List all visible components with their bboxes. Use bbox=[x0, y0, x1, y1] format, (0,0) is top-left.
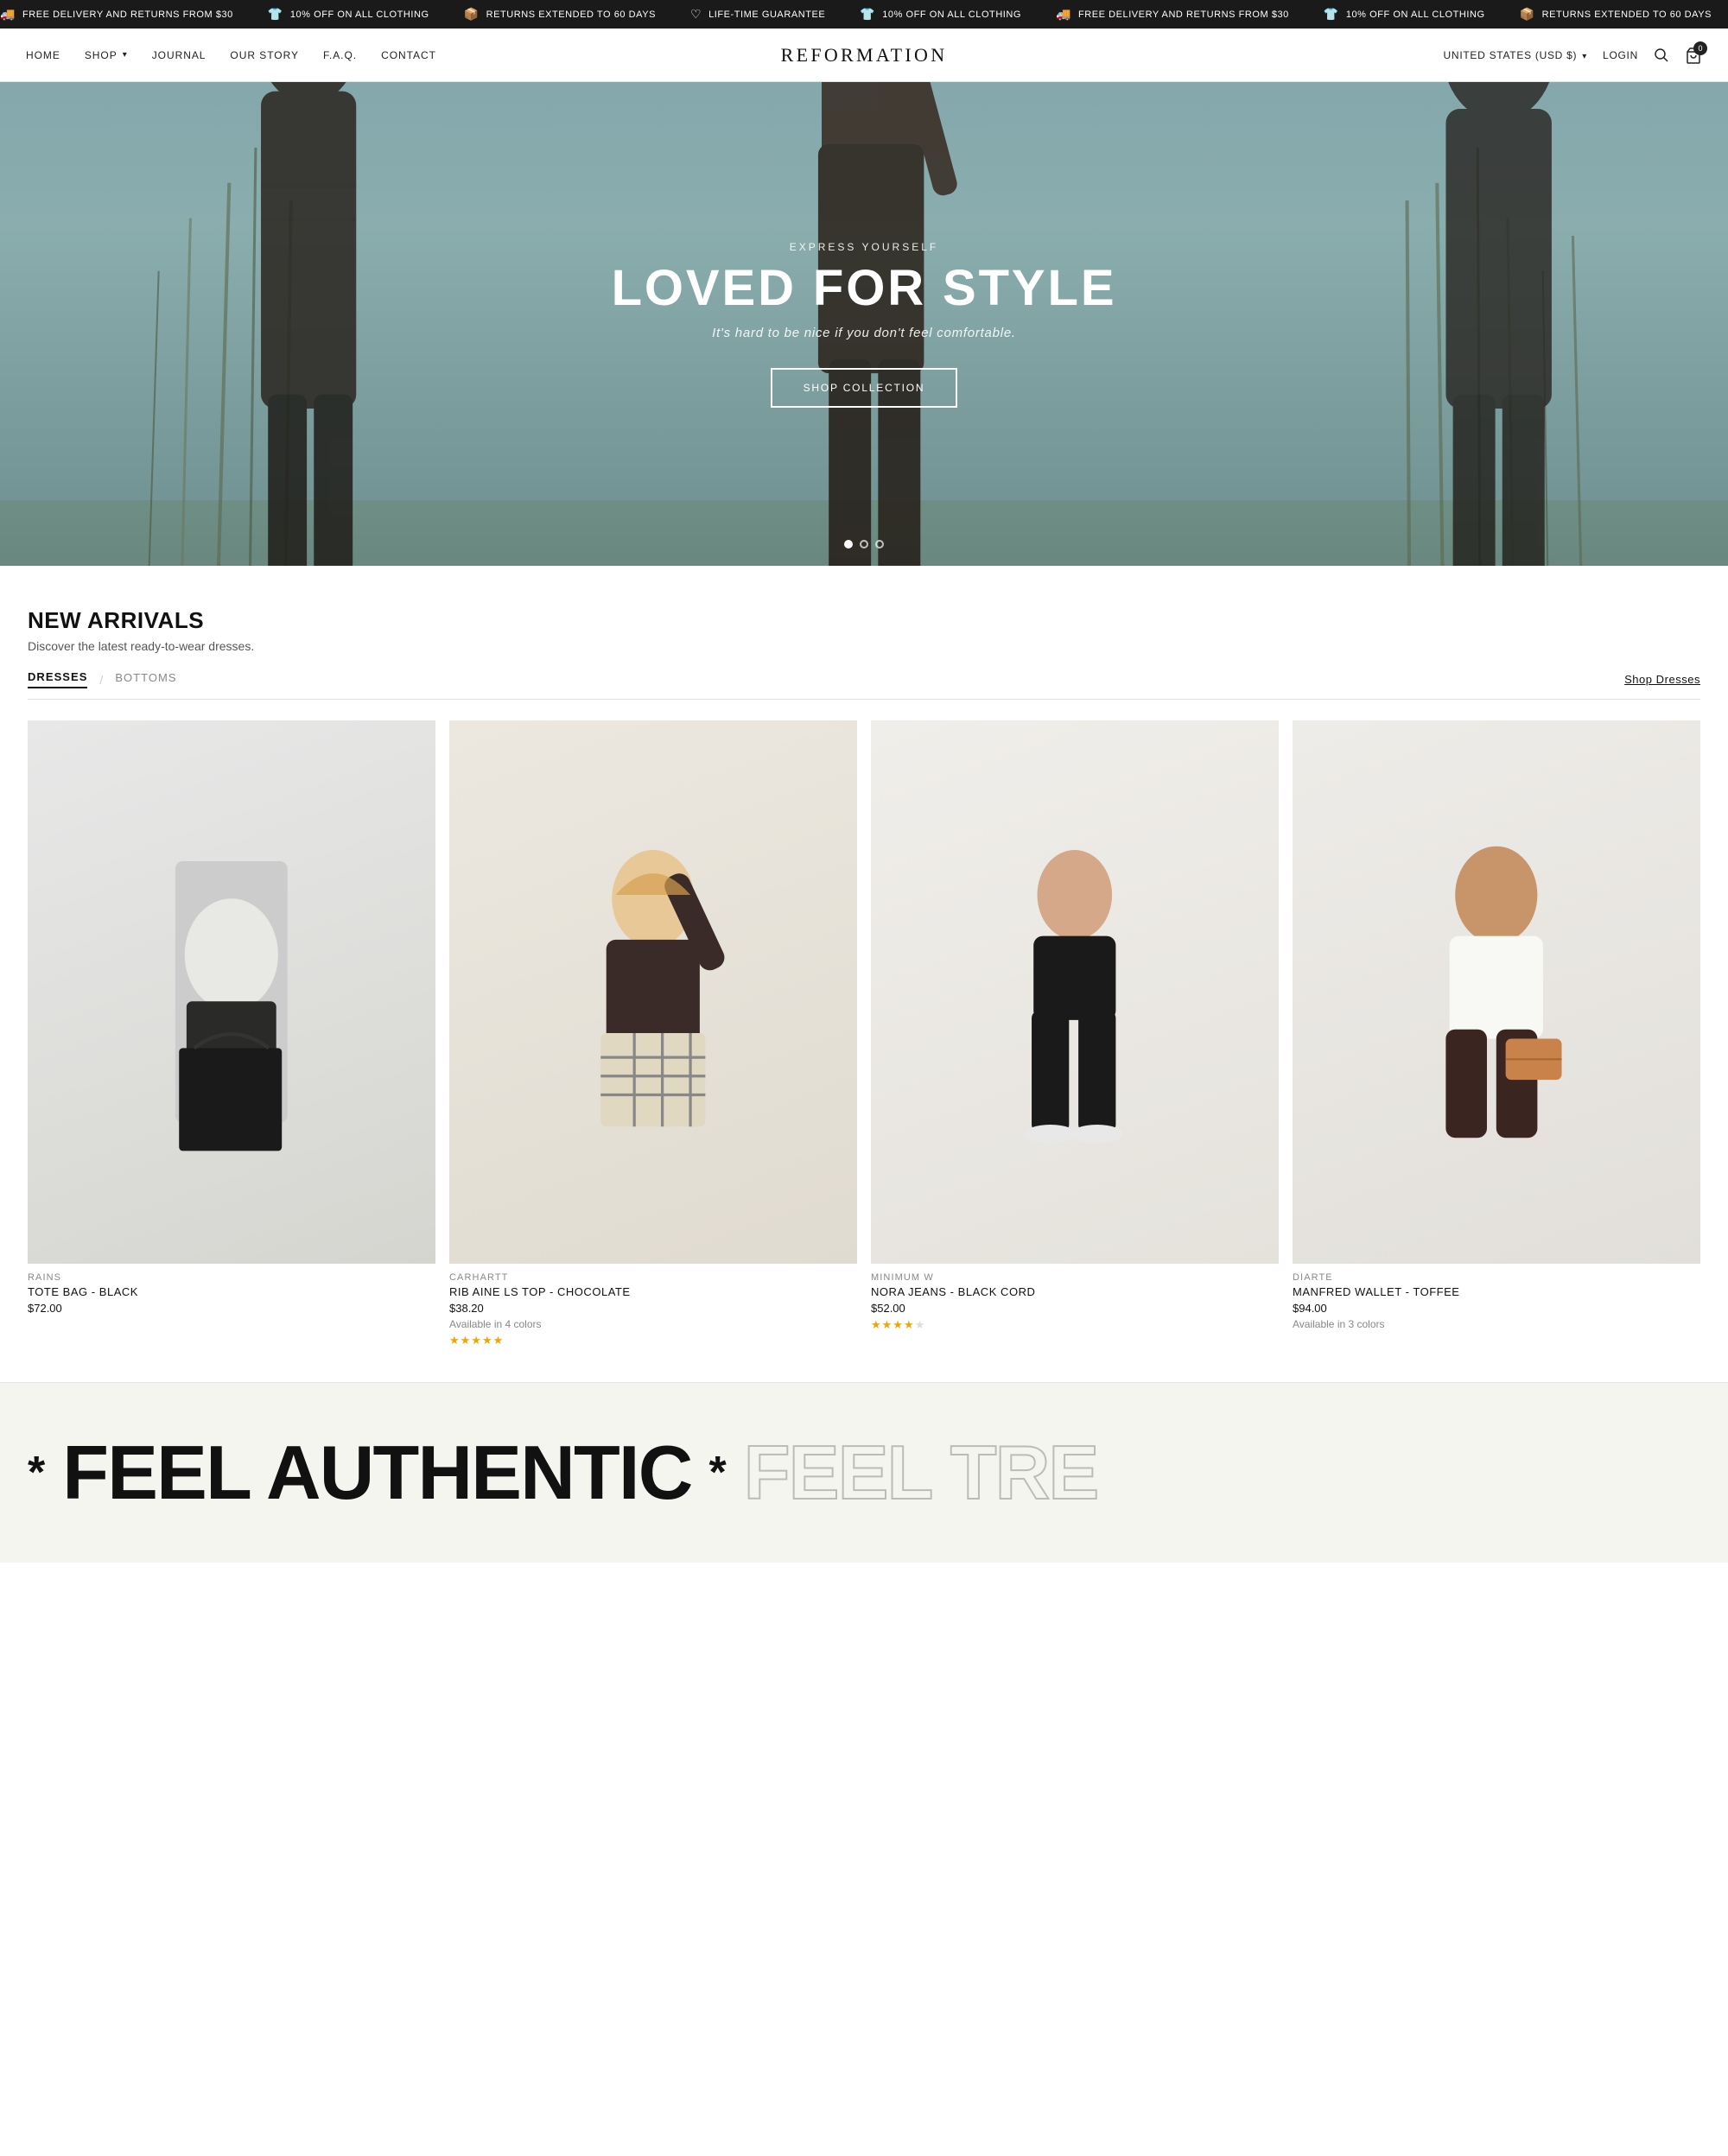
announcement-item: ♡ LIFE-TIME GUARANTEE bbox=[690, 7, 825, 22]
nav-left: HOME SHOP ▾ JOURNAL OUR STORY F.A.Q. CON… bbox=[26, 49, 436, 61]
chevron-down-icon: ▾ bbox=[1582, 52, 1587, 61]
nav-login[interactable]: LOGIN bbox=[1603, 49, 1638, 61]
tab-bottoms[interactable]: BOTTOMS bbox=[115, 671, 176, 688]
tab-dresses[interactable]: DRESSES bbox=[28, 670, 87, 688]
nav-contact[interactable]: CONTACT bbox=[381, 49, 436, 61]
search-button[interactable] bbox=[1654, 48, 1669, 63]
feel-authentic-section: * FEEL AUTHENTIC * FEEL TRE bbox=[0, 1382, 1728, 1563]
nav-region-selector[interactable]: UNITED STATES (USD $) ▾ bbox=[1444, 49, 1588, 61]
product-image bbox=[1293, 720, 1700, 1264]
product-price: $72.00 bbox=[28, 1302, 435, 1315]
nav-faq[interactable]: F.A.Q. bbox=[323, 49, 357, 61]
asterisk-icon: * bbox=[28, 1450, 45, 1495]
product-card[interactable]: MINIMUM W NORA JEANS - BLACK CORD $52.00… bbox=[871, 720, 1279, 1348]
carousel-dot-3[interactable] bbox=[875, 540, 884, 549]
feel-authentic-text: FEEL AUTHENTIC bbox=[62, 1435, 691, 1511]
tabs-row: DRESSES / BOTTOMS Shop Dresses bbox=[28, 670, 1700, 700]
announcement-item: 👕 10% OFF ON ALL CLOTHING bbox=[268, 7, 429, 22]
feel-outline-text: FEEL TRE bbox=[744, 1435, 1098, 1511]
cart-count: 0 bbox=[1693, 41, 1707, 55]
returns-icon: 📦 bbox=[1520, 7, 1535, 22]
navigation: HOME SHOP ▾ JOURNAL OUR STORY F.A.Q. CON… bbox=[0, 29, 1728, 82]
asterisk-icon-2: * bbox=[709, 1450, 727, 1495]
nav-right: UNITED STATES (USD $) ▾ LOGIN 0 bbox=[1444, 47, 1702, 64]
section-title: NEW ARRIVALS bbox=[28, 607, 1700, 634]
product-brand: RAINS bbox=[28, 1272, 435, 1283]
announcement-text: RETURNS EXTENDED TO 60 DAYS bbox=[1542, 10, 1712, 20]
announcement-text: FREE DELIVERY AND RETURNS FROM $30 bbox=[1078, 10, 1289, 20]
announcement-item: 🚚 FREE DELIVERY AND RETURNS FROM $30 bbox=[1056, 7, 1289, 22]
product-brand: DIARTE bbox=[1293, 1272, 1700, 1283]
chevron-down-icon: ▾ bbox=[123, 50, 128, 60]
announcement-text: 10% OFF ON ALL CLOTHING bbox=[1346, 10, 1485, 20]
product-meta: Available in 3 colors bbox=[1293, 1318, 1700, 1330]
clothing-icon: 👕 bbox=[268, 7, 283, 22]
new-arrivals-section: NEW ARRIVALS Discover the latest ready-t… bbox=[0, 566, 1728, 1382]
product-image bbox=[449, 720, 857, 1264]
heart-icon: ♡ bbox=[690, 7, 702, 22]
announcement-text: 10% OFF ON ALL CLOTHING bbox=[882, 10, 1021, 20]
category-tabs: DRESSES / BOTTOMS bbox=[28, 670, 177, 688]
shop-collection-button[interactable]: SHOP COLLECTION bbox=[771, 368, 958, 408]
product-name: NORA JEANS - BLACK CORD bbox=[871, 1285, 1279, 1298]
product-grid: RAINS TOTE BAG - BLACK $72.00 bbox=[28, 720, 1700, 1348]
delivery-icon: 🚚 bbox=[0, 7, 16, 22]
announcement-text: FREE DELIVERY AND RETURNS FROM $30 bbox=[22, 10, 233, 20]
announcement-bar: 🚚 FREE DELIVERY AND RETURNS FROM $30 👕 1… bbox=[0, 0, 1728, 29]
product-price: $94.00 bbox=[1293, 1302, 1700, 1315]
product-brand: CARHARTT bbox=[449, 1272, 857, 1283]
clothing-icon: 👕 bbox=[860, 7, 875, 22]
announcement-text: 10% OFF ON ALL CLOTHING bbox=[290, 10, 429, 20]
announcement-text: LIFE-TIME GUARANTEE bbox=[708, 10, 825, 20]
feel-content: * FEEL AUTHENTIC * FEEL TRE bbox=[28, 1435, 1097, 1511]
tab-divider: / bbox=[99, 673, 103, 687]
section-subtitle: Discover the latest ready-to-wear dresse… bbox=[28, 639, 1700, 653]
product-name: RIB AINE LS TOP - CHOCOLATE bbox=[449, 1285, 857, 1298]
carousel-dots bbox=[844, 540, 884, 549]
product-meta: Available in 4 colors bbox=[449, 1318, 857, 1330]
announcement-track: 🚚 FREE DELIVERY AND RETURNS FROM $30 👕 1… bbox=[0, 7, 1728, 22]
product-image bbox=[871, 720, 1279, 1264]
returns-icon: 📦 bbox=[464, 7, 480, 22]
carousel-dot-2[interactable] bbox=[860, 540, 868, 549]
site-logo[interactable]: REFORMATION bbox=[781, 44, 948, 67]
delivery-icon: 🚚 bbox=[1056, 7, 1071, 22]
product-rating: ★★★★★ bbox=[449, 1334, 857, 1348]
announcement-item: 📦 RETURNS EXTENDED TO 60 DAYS bbox=[1520, 7, 1712, 22]
hero-content: EXPRESS YOURSELF LOVED FOR STYLE It's ha… bbox=[612, 241, 1117, 408]
shop-dresses-link[interactable]: Shop Dresses bbox=[1624, 673, 1700, 686]
announcement-item: 👕 10% OFF ON ALL CLOTHING bbox=[860, 7, 1021, 22]
nav-our-story[interactable]: OUR STORY bbox=[230, 49, 299, 61]
clothing-icon: 👕 bbox=[1324, 7, 1339, 22]
hero-subtitle: It's hard to be nice if you don't feel c… bbox=[612, 326, 1117, 340]
nav-home[interactable]: HOME bbox=[26, 49, 60, 61]
nav-shop[interactable]: SHOP ▾ bbox=[85, 49, 128, 61]
hero-eyebrow: EXPRESS YOURSELF bbox=[612, 241, 1117, 253]
product-rating: ★★★★★ bbox=[871, 1318, 1279, 1332]
hero-title: LOVED FOR STYLE bbox=[612, 263, 1117, 314]
product-brand: MINIMUM W bbox=[871, 1272, 1279, 1283]
product-name: MANFRED WALLET - TOFFEE bbox=[1293, 1285, 1700, 1298]
announcement-item: 🚚 FREE DELIVERY AND RETURNS FROM $30 bbox=[0, 7, 233, 22]
hero-section: EXPRESS YOURSELF LOVED FOR STYLE It's ha… bbox=[0, 82, 1728, 566]
announcement-item: 📦 RETURNS EXTENDED TO 60 DAYS bbox=[464, 7, 656, 22]
cart-button[interactable]: 0 bbox=[1685, 47, 1702, 64]
product-image bbox=[28, 720, 435, 1264]
product-price: $52.00 bbox=[871, 1302, 1279, 1315]
product-card[interactable]: RAINS TOTE BAG - BLACK $72.00 bbox=[28, 720, 435, 1348]
announcement-item: 👕 10% OFF ON ALL CLOTHING bbox=[1324, 7, 1485, 22]
announcement-text: RETURNS EXTENDED TO 60 DAYS bbox=[486, 10, 656, 20]
product-price: $38.20 bbox=[449, 1302, 857, 1315]
nav-journal[interactable]: JOURNAL bbox=[152, 49, 206, 61]
product-name: TOTE BAG - BLACK bbox=[28, 1285, 435, 1298]
product-card[interactable]: CARHARTT RIB AINE LS TOP - CHOCOLATE $38… bbox=[449, 720, 857, 1348]
carousel-dot-1[interactable] bbox=[844, 540, 853, 549]
product-card[interactable]: DIARTE MANFRED WALLET - TOFFEE $94.00 Av… bbox=[1293, 720, 1700, 1348]
